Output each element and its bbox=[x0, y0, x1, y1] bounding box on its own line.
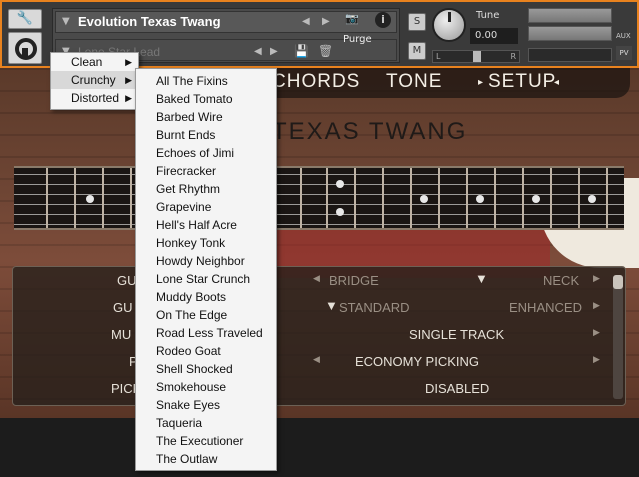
preset-menu-item[interactable]: On The Edge bbox=[136, 306, 276, 324]
next-preset-icon[interactable]: ▶ bbox=[270, 46, 278, 57]
row2-pointer-icon: ▼ bbox=[325, 298, 338, 313]
tab-setup-left-icon: ▸ bbox=[478, 77, 485, 88]
tab-setup[interactable]: SETUP bbox=[488, 71, 556, 93]
fret-marker bbox=[336, 208, 344, 216]
preset-menu-item[interactable]: All The Fixins bbox=[136, 72, 276, 90]
preset-menu-item[interactable]: Honkey Tonk bbox=[136, 234, 276, 252]
footer-bar bbox=[0, 418, 639, 477]
tune-label: Tune bbox=[476, 10, 500, 21]
save-icon[interactable]: 💾 bbox=[294, 44, 309, 58]
row4-left-arrow-icon[interactable]: ◀ bbox=[313, 354, 320, 365]
row5-value[interactable]: DISABLED bbox=[425, 381, 489, 396]
tab-tone[interactable]: TONE bbox=[386, 71, 442, 93]
preset-menu-item[interactable]: Lone Star Crunch bbox=[136, 270, 276, 288]
solo-button[interactable]: S bbox=[408, 13, 426, 31]
next-instrument-icon[interactable]: ▶ bbox=[322, 16, 330, 27]
pan-right-label: R bbox=[510, 52, 516, 61]
row2-right-arrow-icon[interactable]: ▶ bbox=[593, 300, 600, 311]
tab-setup-right-icon: ◂ bbox=[554, 77, 561, 88]
row1-right-value[interactable]: NECK bbox=[543, 273, 579, 288]
settings-panel: GU ◀ BRIDGE ▼ NECK ▶ GU ▼ STANDARD ENHAN… bbox=[12, 266, 626, 406]
menu-item-label: Clean bbox=[71, 55, 103, 69]
instrument-name: Evolution Texas Twang bbox=[78, 14, 221, 29]
row3-right-arrow-icon[interactable]: ▶ bbox=[593, 327, 600, 338]
preset-menu-item[interactable]: Road Less Traveled bbox=[136, 324, 276, 342]
preset-menu-item[interactable]: Grapevine bbox=[136, 198, 276, 216]
submenu-arrow-icon: ▶ bbox=[125, 75, 132, 85]
row3-label: MU bbox=[111, 327, 132, 342]
submenu-arrow-icon: ▶ bbox=[125, 57, 132, 67]
preset-menu-item[interactable]: Hell's Half Acre bbox=[136, 216, 276, 234]
fret-marker bbox=[86, 195, 94, 203]
preset-menu-item[interactable]: Smokehouse bbox=[136, 378, 276, 396]
preset-menu-item[interactable]: Snake Eyes bbox=[136, 396, 276, 414]
menu-item-label: Distorted bbox=[71, 91, 120, 105]
row1-left-arrow-icon[interactable]: ◀ bbox=[313, 273, 320, 284]
row1-pointer-icon: ▼ bbox=[475, 271, 488, 286]
purge-button[interactable]: Purge bbox=[343, 34, 372, 45]
fret-marker bbox=[420, 195, 428, 203]
fret-marker bbox=[588, 195, 596, 203]
row4-value[interactable]: ECONOMY PICKING bbox=[355, 354, 479, 369]
preset-menu-item[interactable]: Taqueria bbox=[136, 414, 276, 432]
level-meters bbox=[528, 8, 612, 44]
wrench-icon[interactable]: 🔧 bbox=[8, 9, 42, 29]
preset-menu-item[interactable]: Barbed Wire bbox=[136, 108, 276, 126]
row1-label: GU bbox=[117, 273, 137, 288]
menu-item-distorted[interactable]: Distorted ▶ bbox=[51, 89, 138, 107]
fret-marker bbox=[532, 195, 540, 203]
tab-chords[interactable]: CHORDS bbox=[272, 71, 360, 93]
fret-marker bbox=[476, 195, 484, 203]
preset-menu-item[interactable]: Burnt Ends bbox=[136, 126, 276, 144]
aux-button[interactable]: AUX bbox=[616, 32, 631, 40]
row2-left-value[interactable]: STANDARD bbox=[339, 300, 410, 315]
instrument-title: TEXAS TWANG bbox=[272, 118, 468, 145]
preset-menu-item[interactable]: Firecracker bbox=[136, 162, 276, 180]
scrollbar-thumb[interactable] bbox=[613, 275, 623, 289]
preset-menu-item[interactable]: Echoes of Jimi bbox=[136, 144, 276, 162]
menu-item-crunchy[interactable]: Crunchy ▶ bbox=[51, 71, 138, 89]
pan-left-label: L bbox=[436, 52, 441, 61]
logo-icon bbox=[8, 32, 42, 64]
fret-marker bbox=[336, 180, 344, 188]
category-menu: Clean ▶ Crunchy ▶ Distorted ▶ bbox=[50, 52, 139, 110]
pan-slider[interactable]: L R bbox=[432, 50, 520, 63]
fretboard[interactable] bbox=[14, 166, 624, 230]
row1-left-value[interactable]: BRIDGE bbox=[329, 273, 379, 288]
row3-value[interactable]: SINGLE TRACK bbox=[409, 327, 504, 342]
preset-menu-item[interactable]: Shell Shocked bbox=[136, 360, 276, 378]
menu-item-label: Crunchy bbox=[71, 73, 116, 87]
row2-right-value[interactable]: ENHANCED bbox=[509, 300, 582, 315]
prev-instrument-icon[interactable]: ◀ bbox=[302, 16, 310, 27]
row4-right-arrow-icon[interactable]: ▶ bbox=[593, 354, 600, 365]
preset-menu-item[interactable]: Rodeo Goat bbox=[136, 342, 276, 360]
trash-icon[interactable]: 🗑 bbox=[318, 44, 333, 58]
preset-submenu: All The Fixins Baked Tomato Barbed Wire Bur… bbox=[135, 68, 277, 471]
preset-menu-item[interactable]: Muddy Boots bbox=[136, 288, 276, 306]
tune-knob[interactable] bbox=[432, 8, 466, 42]
preset-menu-item[interactable]: The Executioner bbox=[136, 432, 276, 450]
info-icon[interactable]: i bbox=[375, 12, 391, 28]
pan-handle[interactable] bbox=[473, 51, 481, 62]
instrument-dropdown-icon[interactable]: ▼ bbox=[62, 16, 70, 27]
pv-button[interactable]: PV bbox=[616, 46, 632, 60]
prev-preset-icon[interactable]: ◀ bbox=[254, 46, 262, 57]
mute-button[interactable]: M bbox=[408, 42, 426, 60]
volume-slider[interactable] bbox=[528, 48, 612, 62]
preset-menu-item[interactable]: Get Rhythm bbox=[136, 180, 276, 198]
tune-value[interactable]: 0.00 bbox=[470, 28, 518, 44]
instrument-body: CHORDS TONE ▸ SETUP ◂ TEXAS TWANG GU ◀ B… bbox=[0, 68, 639, 418]
submenu-arrow-icon: ▶ bbox=[125, 93, 132, 103]
settings-scrollbar[interactable] bbox=[613, 275, 623, 399]
menu-item-clean[interactable]: Clean ▶ bbox=[51, 53, 138, 71]
row2-label: GU bbox=[113, 300, 133, 315]
preset-menu-item[interactable]: Baked Tomato bbox=[136, 90, 276, 108]
row1-right-arrow-icon[interactable]: ▶ bbox=[593, 273, 600, 284]
camera-icon[interactable]: 📷 bbox=[345, 12, 359, 25]
preset-menu-item[interactable]: Howdy Neighbor bbox=[136, 252, 276, 270]
preset-menu-item[interactable]: The Outlaw bbox=[136, 450, 276, 468]
